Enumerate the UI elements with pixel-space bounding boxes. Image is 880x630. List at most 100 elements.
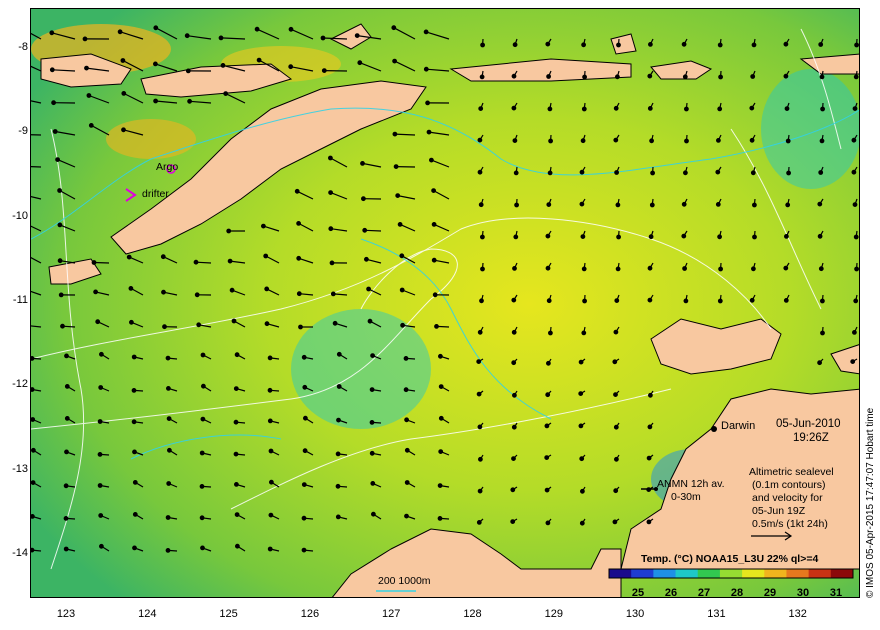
velocity-vector-head (166, 416, 172, 422)
velocity-vector-head (369, 387, 375, 393)
velocity-vector-head (613, 137, 619, 143)
velocity-vector-head (544, 423, 550, 429)
velocity-vector-head (193, 259, 199, 265)
velocity-vector-head (431, 188, 437, 194)
velocity-vector-head (514, 202, 520, 208)
colorbar-tick-label: 26 (664, 587, 678, 599)
velocity-vector-head (717, 298, 723, 304)
velocity-vector-head (582, 74, 587, 80)
velocity-vector-head (438, 384, 444, 390)
velocity-vector-head (335, 483, 341, 489)
velocity-vector-head (783, 298, 789, 303)
velocity-vector-head (302, 384, 308, 390)
altimetry-line3: and velocity for (752, 492, 823, 504)
velocity-vector-head (95, 319, 101, 325)
velocity-vector-head (750, 170, 756, 176)
velocity-vector-head (512, 138, 518, 144)
velocity-vector-head (63, 546, 69, 552)
velocity-vector-head (120, 58, 126, 63)
velocity-vector-head (648, 392, 653, 398)
longitude-label: 125 (219, 608, 238, 620)
velocity-vector-head (268, 512, 274, 518)
velocity-vector-head (647, 73, 653, 79)
velocity-vector-head (121, 127, 126, 133)
velocity-vector-head (256, 57, 262, 63)
velocity-vector-head (545, 265, 551, 271)
velocity-vector-head (153, 25, 159, 31)
velocity-vector-head (194, 292, 200, 298)
velocity-vector-head (851, 169, 857, 175)
velocity-vector-head (294, 188, 300, 194)
velocity-vector-head (231, 318, 237, 324)
velocity-vector-head (548, 330, 553, 336)
velocity-vector-head (615, 266, 621, 272)
velocity-vector-head (581, 106, 587, 112)
colorbar-tick-label: 31 (829, 587, 843, 599)
velocity-vector-head (478, 202, 484, 208)
velocity-vector-head (580, 488, 585, 494)
velocity-vector-head (64, 449, 69, 455)
longitude-label: 131 (707, 608, 726, 620)
velocity-vector-head (131, 354, 137, 360)
velocity-vector-head (819, 138, 825, 144)
velocity-vector-head (57, 188, 63, 193)
velocity-vector-head (648, 42, 653, 47)
velocity-vector-head (97, 483, 103, 488)
velocity-vector-head (98, 351, 104, 357)
velocity-vector-head (750, 74, 756, 79)
velocity-vector-head (354, 33, 360, 39)
velocity-vector-head (165, 515, 171, 520)
velocity-vector-head (400, 322, 406, 328)
velocity-vector-head (683, 298, 689, 304)
velocity-vector-head (548, 138, 553, 144)
velocity-vector-head (63, 483, 69, 489)
velocity-vector-head (681, 41, 687, 47)
velocity-vector-head (91, 260, 97, 265)
longitude-label: 123 (56, 608, 76, 620)
velocity-vector-head (715, 201, 721, 207)
colorbar-segment (742, 569, 765, 578)
velocity-vector-head (58, 292, 64, 298)
longitude-label: 126 (300, 608, 320, 620)
velocity-vector-head (513, 170, 519, 176)
velocity-vector-head (165, 548, 171, 553)
velocity-vector-head (267, 387, 273, 393)
velocity-vector-head (31, 547, 35, 553)
velocity-vector-head (423, 29, 429, 35)
altimetry-line5: 0.5m/s (1kt 24h) (752, 518, 828, 530)
velocity-vector-head (437, 483, 443, 489)
altimetry-line4: 05-Jun 19Z (752, 505, 806, 517)
velocity-vector-head (582, 298, 587, 304)
velocity-vector-head (234, 352, 240, 358)
velocity-vector-head (98, 385, 104, 390)
velocity-vector-head (200, 545, 205, 551)
longitude-label: 132 (788, 608, 807, 620)
velocity-vector-head (332, 320, 338, 326)
velocity-vector-head (751, 42, 757, 48)
velocity-vector-head (681, 233, 687, 239)
velocity-vector-head (718, 266, 723, 272)
velocity-vector-head (234, 543, 240, 549)
colorbar-segment (697, 569, 721, 578)
velocity-vector-head (545, 392, 551, 398)
velocity-vector-head (199, 484, 205, 489)
velocity-vector-head (31, 356, 35, 361)
velocity-vector-head (647, 105, 653, 111)
velocity-vector-head (302, 448, 308, 454)
altimetry-line1: Altimetric sealevel (749, 466, 834, 478)
velocity-vector-head (581, 266, 587, 272)
velocity-vector-head (852, 330, 857, 335)
velocity-vector-head (392, 131, 398, 137)
colorbar-segment (808, 569, 832, 578)
longitude-label: 128 (463, 608, 482, 620)
velocity-vector-head (366, 286, 372, 292)
velocity-vector-head (301, 547, 307, 553)
velocity-vector-head (234, 512, 240, 518)
velocity-vector-head (681, 201, 687, 207)
velocity-vector-head (267, 546, 273, 552)
velocity-vector-head (511, 297, 517, 303)
colorbar-segment (631, 569, 654, 578)
velocity-vector-head (229, 287, 235, 293)
velocity-vector-head (851, 137, 857, 143)
velocity-vector-head (783, 265, 789, 271)
